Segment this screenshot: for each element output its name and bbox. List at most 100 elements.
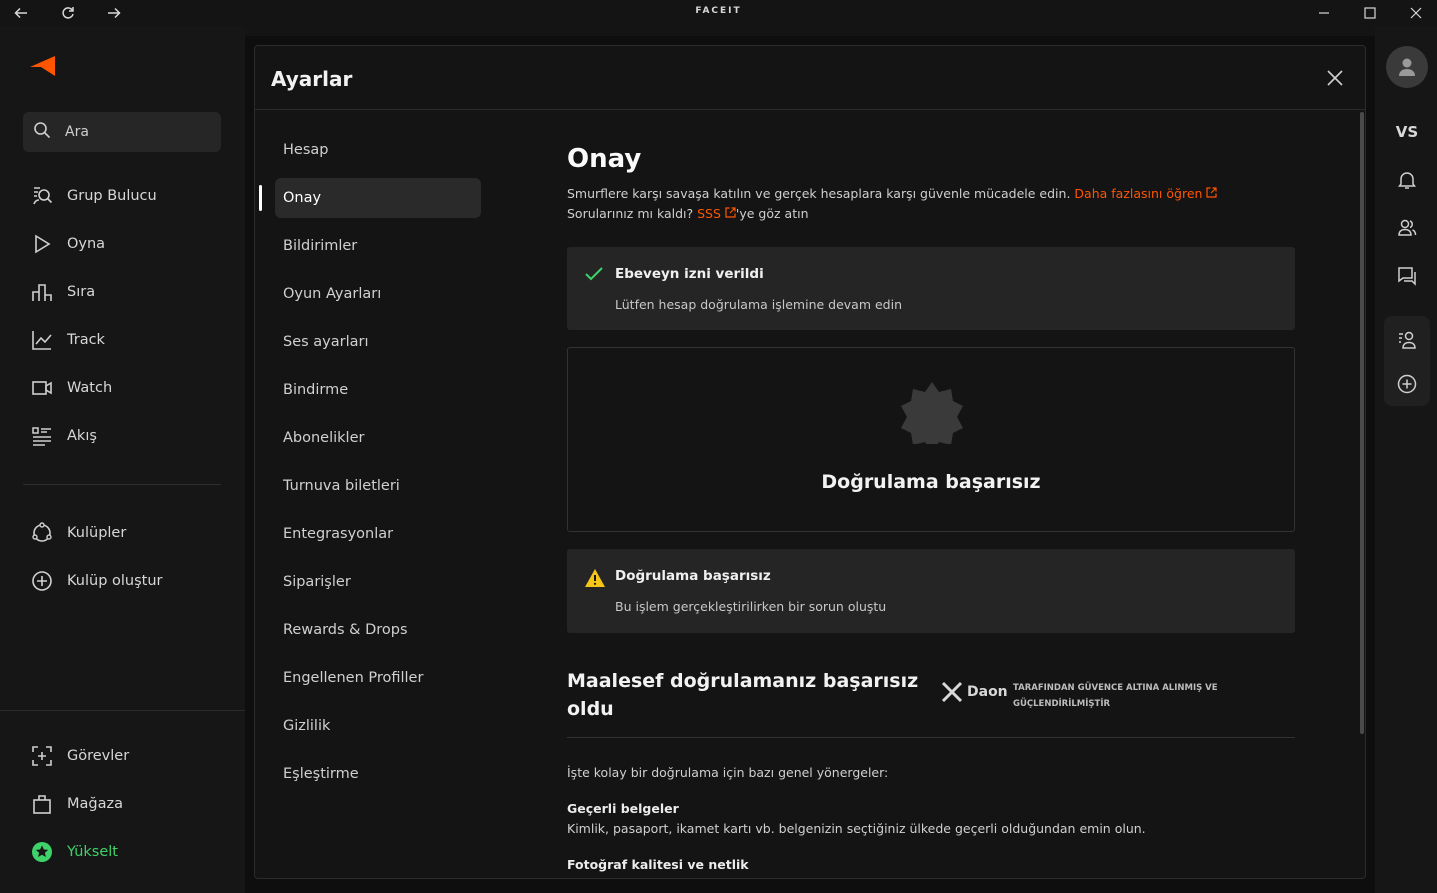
maximize-icon[interactable] xyxy=(1355,0,1385,26)
description-line-2: Sorularınız mı kaldı? SSS 'ye göz atın xyxy=(567,206,809,221)
learn-more-label: Daha fazlasını öğren xyxy=(1074,186,1203,201)
menu-item-gizlilik[interactable]: Gizlilik xyxy=(275,706,481,746)
learn-more-link[interactable]: Daha fazlasını öğren xyxy=(1074,186,1218,201)
nav-label: Sıra xyxy=(67,284,96,300)
nav-label: Track xyxy=(67,332,105,348)
menu-item-ses-ayarlari[interactable]: Ses ayarları xyxy=(275,322,481,362)
modal-header: Ayarlar xyxy=(255,46,1365,110)
nav-item-grup-bulucu[interactable]: Grup Bulucu xyxy=(30,182,157,210)
daon-x-icon xyxy=(941,681,963,703)
modal-title: Ayarlar xyxy=(271,67,353,91)
close-icon xyxy=(1327,70,1343,86)
menu-item-rewards-drops[interactable]: Rewards & Drops xyxy=(275,610,481,650)
versus-button[interactable]: VS xyxy=(1386,114,1428,150)
party-finder-icon xyxy=(30,184,54,208)
content-scrollbar[interactable] xyxy=(1360,112,1364,734)
nav-divider xyxy=(23,484,221,485)
nav-label: Yükselt xyxy=(67,844,118,860)
guideline-title: Fotoğraf kalitesi ve netlik xyxy=(567,857,749,872)
minimize-icon[interactable] xyxy=(1309,0,1339,26)
nav-item-oyna[interactable]: Oyna xyxy=(30,230,105,258)
warning-subtitle: Bu işlem gerçekleştirilirken bir sorun o… xyxy=(615,599,887,614)
feed-icon xyxy=(30,424,54,448)
nav-item-kulup-olustur[interactable]: Kulüp oluştur xyxy=(30,567,163,595)
description-line-1: Smurflere karşı savaşa katılın ve gerçek… xyxy=(567,186,1218,201)
menu-item-turnuva-biletleri[interactable]: Turnuva biletleri xyxy=(275,466,481,506)
guideline-description: Kimlik, pasaport, ikamet kartı vb. belge… xyxy=(567,821,1146,836)
search-label: Ara xyxy=(65,124,89,140)
failed-title: Doğrulama başarısız xyxy=(821,471,1041,493)
ranking-icon xyxy=(30,280,54,304)
menu-item-bindirme[interactable]: Bindirme xyxy=(275,370,481,410)
consent-title: Ebeveyn izni verildi xyxy=(615,266,764,282)
nav-item-sira[interactable]: Sıra xyxy=(30,278,95,306)
play-icon xyxy=(30,232,54,256)
nav-item-yukselt[interactable]: Yükselt xyxy=(30,838,118,866)
guideline-title: Geçerli belgeler xyxy=(567,801,679,816)
left-sidebar: Ara Grup Bulucu Oyna Sıra Track Watch Ak… xyxy=(0,26,245,893)
close-modal-button[interactable] xyxy=(1323,66,1347,90)
faq-suffix: 'ye göz atın xyxy=(735,206,809,221)
warning-card: Doğrulama başarısız Bu işlem gerçekleşti… xyxy=(567,549,1295,633)
faceit-logo[interactable] xyxy=(30,56,56,80)
plus-circle-icon xyxy=(30,569,54,593)
nav-item-magaza[interactable]: Mağaza xyxy=(30,790,123,818)
search-icon xyxy=(33,121,51,143)
window-title: FACEIT xyxy=(695,6,742,16)
daon-brand: Daon xyxy=(967,684,1008,700)
nav-item-track[interactable]: Track xyxy=(30,326,105,354)
nav-label: Akış xyxy=(67,428,97,444)
failure-heading: Maalesef doğrulamanız başarısız oldu xyxy=(567,670,919,720)
friends-icon[interactable] xyxy=(1386,210,1428,246)
vs-label: VS xyxy=(1395,123,1419,141)
faq-link[interactable]: SSS xyxy=(697,206,736,221)
search-button[interactable]: Ara xyxy=(23,112,221,152)
shop-bag-icon xyxy=(30,792,54,816)
nav-label: Grup Bulucu xyxy=(67,188,157,204)
nav-label: Kulüpler xyxy=(67,525,127,541)
right-rail: VS xyxy=(1375,26,1437,893)
chat-icon[interactable] xyxy=(1386,258,1428,294)
menu-item-abonelikler[interactable]: Abonelikler xyxy=(275,418,481,458)
nav-label: Oyna xyxy=(67,236,106,252)
description-text: Smurflere karşı savaşa katılın ve gerçek… xyxy=(567,186,1071,201)
nav-label: Watch xyxy=(67,380,113,396)
external-link-icon xyxy=(1206,187,1218,198)
chart-line-icon xyxy=(30,328,54,352)
menu-item-siparisler[interactable]: Siparişler xyxy=(275,562,481,602)
faq-prefix: Sorularınız mı kaldı? xyxy=(567,206,694,221)
nav-bottom-divider xyxy=(0,710,245,711)
parental-consent-card: Ebeveyn izni verildi Lütfen hesap doğrul… xyxy=(567,247,1295,330)
active-indicator xyxy=(259,185,262,211)
menu-item-bildirimler[interactable]: Bildirimler xyxy=(275,226,481,266)
warning-icon xyxy=(584,568,606,592)
nav-item-watch[interactable]: Watch xyxy=(30,374,112,402)
menu-item-eslestirme[interactable]: Eşleştirme xyxy=(275,754,481,794)
close-window-icon[interactable] xyxy=(1401,0,1431,26)
page-title: Onay xyxy=(567,144,642,174)
nav-item-gorevler[interactable]: Görevler xyxy=(30,742,129,770)
menu-item-entegrasyonlar[interactable]: Entegrasyonlar xyxy=(275,514,481,554)
daon-logo: Daon xyxy=(941,681,1008,703)
user-icon xyxy=(1399,58,1415,76)
nav-label: Mağaza xyxy=(67,796,123,812)
nav-item-kulupler[interactable]: Kulüpler xyxy=(30,519,126,547)
section-divider xyxy=(567,737,1295,738)
add-circle-icon[interactable] xyxy=(1386,366,1428,402)
nav-label: Görevler xyxy=(67,748,130,764)
avatar[interactable] xyxy=(1386,46,1428,88)
party-icon[interactable] xyxy=(1386,322,1428,358)
menu-item-oyun-ayarlari[interactable]: Oyun Ayarları xyxy=(275,274,481,314)
bell-icon[interactable] xyxy=(1386,162,1428,198)
external-link-icon xyxy=(725,207,736,218)
faq-label: SSS xyxy=(697,206,721,221)
nav-item-akis[interactable]: Akış xyxy=(30,422,97,450)
menu-item-hesap[interactable]: Hesap xyxy=(275,130,481,170)
missions-icon xyxy=(30,744,54,768)
title-bar: FACEIT xyxy=(0,0,1437,26)
settings-modal: Ayarlar Hesap Onay Bildirimler Oyun Ayar… xyxy=(254,45,1366,879)
verification-failed-card: Doğrulama başarısız xyxy=(567,347,1295,532)
menu-item-engellenen-profiller[interactable]: Engellenen Profiller xyxy=(275,658,481,698)
video-camera-icon xyxy=(30,376,54,400)
menu-item-onay[interactable]: Onay xyxy=(275,178,481,218)
